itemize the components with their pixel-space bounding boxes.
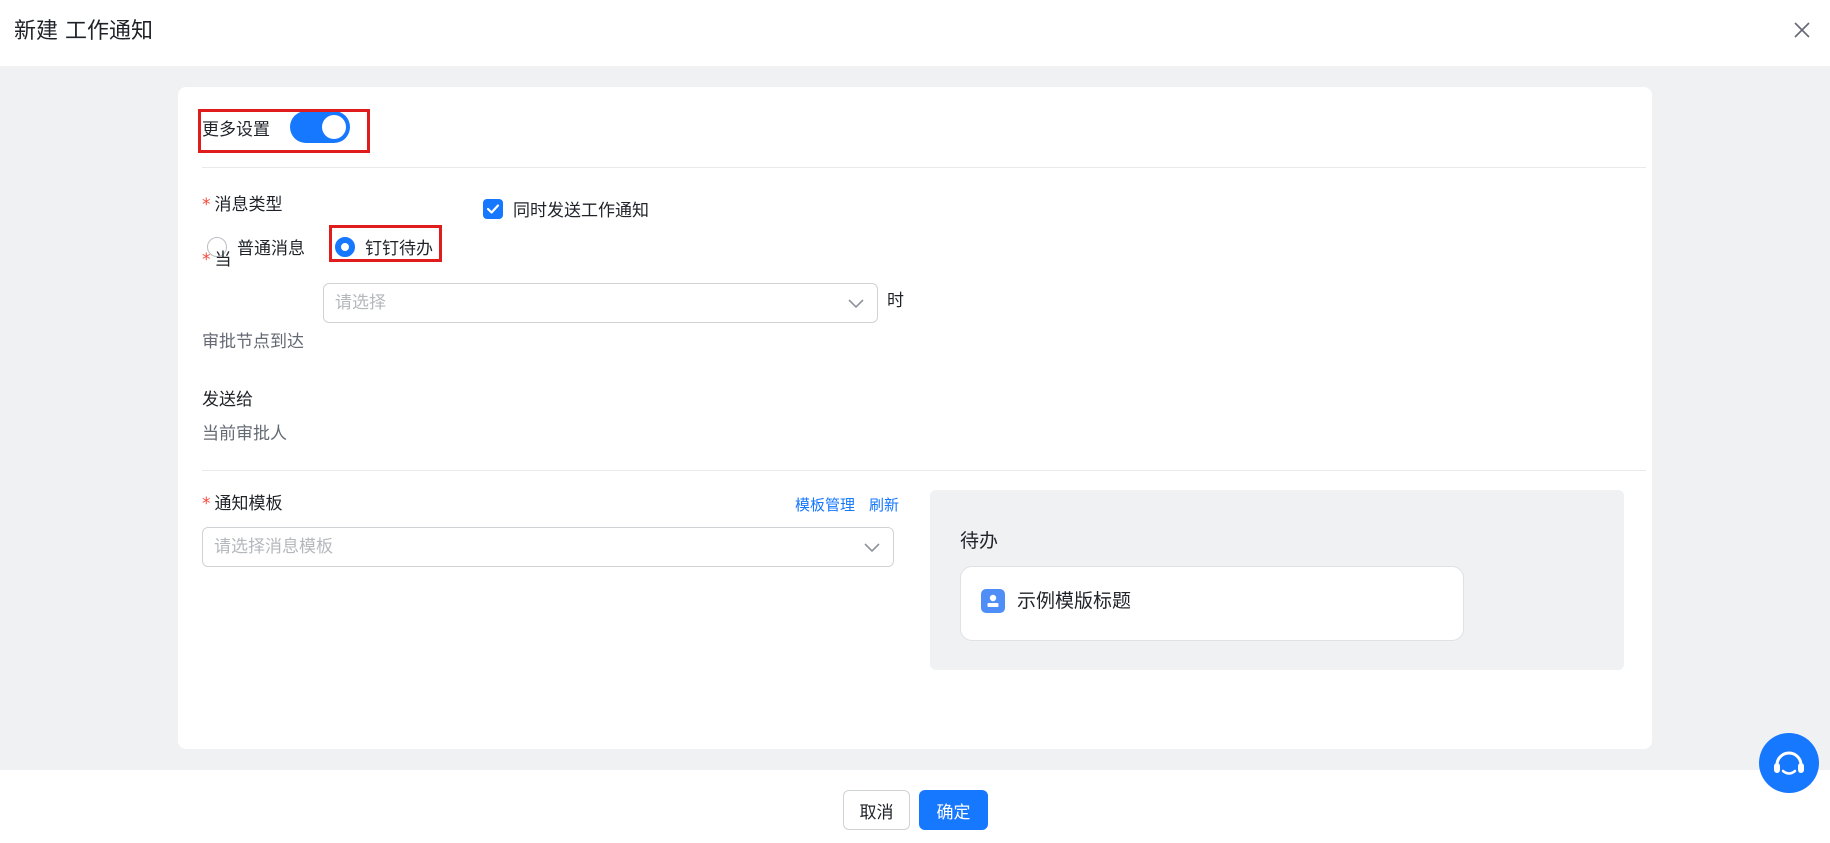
send-to-label: 发送给 [202,390,253,410]
dialog-title: 新建 工作通知 [14,19,153,44]
preview-item-text: 示例模版标题 [1017,590,1132,612]
preview-todo-card: 示例模版标题 [960,566,1464,641]
when-label: * 当 [202,250,232,270]
close-icon[interactable] [1790,18,1814,42]
dialog-footer: 取消 确定 [0,770,1830,843]
when-value-text: 审批节点到达 [202,332,304,352]
send-to-value: 当前审批人 [202,424,287,444]
chevron-down-icon [848,299,864,309]
highlight-box-dingtalk-todo [329,225,442,262]
chevron-down-icon [864,543,880,553]
todo-user-icon [981,589,1005,613]
radio-normal-label: 普通消息 [237,239,305,259]
template-links: 模板管理 刷新 [795,494,899,515]
required-mark: * [202,250,211,270]
template-preview-panel: 待办 示例模版标题 [930,490,1624,670]
when-select-placeholder: 请选择 [335,293,386,313]
when-select[interactable]: 请选择 [323,283,878,323]
template-select[interactable]: 请选择消息模板 [202,527,894,567]
preview-title: 待办 [960,530,999,552]
divider-middle [202,470,1646,471]
divider-top [202,167,1646,168]
when-suffix: 时 [887,291,904,311]
highlight-box-more-settings [198,109,370,153]
template-label: * 通知模板 [202,494,283,514]
settings-card: 更多设置 * 消息类型 同时发送工作通知 普通消息 钉钉待办 * 当 请选择 时 审… [178,87,1652,749]
template-refresh-link[interactable]: 刷新 [869,494,899,515]
also-send-label: 同时发送工作通知 [513,201,649,221]
confirm-button[interactable]: 确定 [919,790,988,830]
dialog-header: 新建 工作通知 [0,0,1830,66]
help-service-icon[interactable] [1759,733,1819,793]
checkbox-checked-icon [483,198,503,219]
template-select-placeholder: 请选择消息模板 [214,537,333,557]
cancel-button[interactable]: 取消 [843,790,910,830]
message-type-label: * 消息类型 [202,195,283,215]
required-mark: * [202,195,211,215]
required-mark: * [202,494,211,514]
template-manage-link[interactable]: 模板管理 [795,494,855,515]
also-send-work-notice-checkbox[interactable]: 同时发送工作通知 [483,196,649,221]
